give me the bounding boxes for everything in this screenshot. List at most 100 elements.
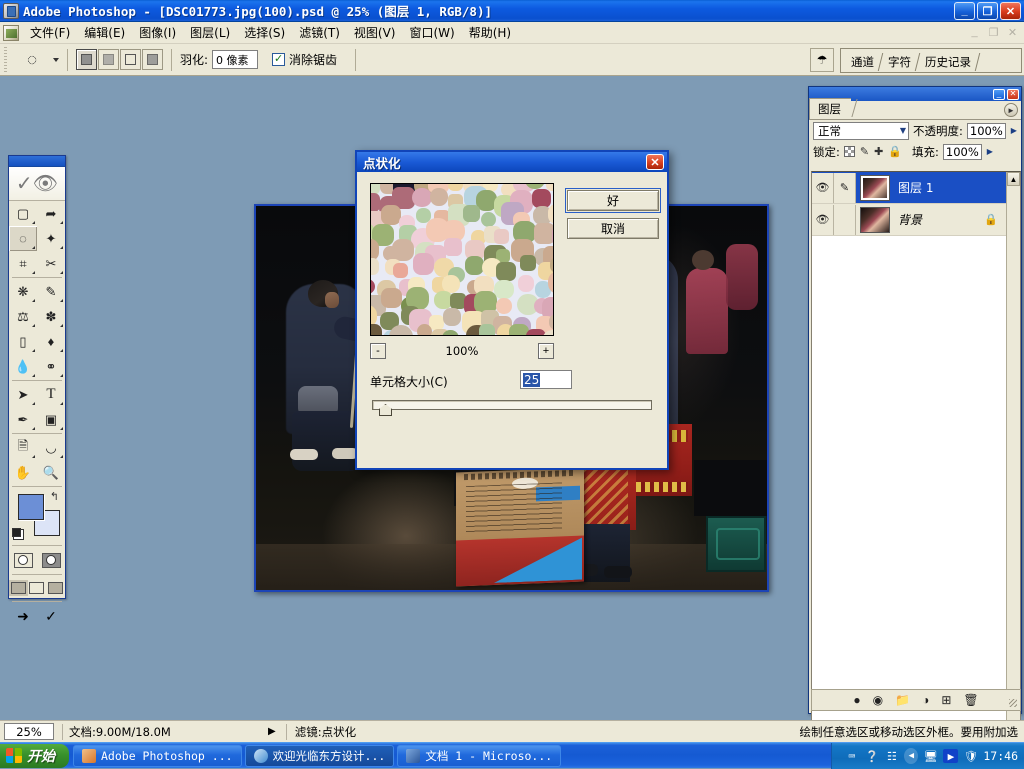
eye-icon[interactable]: 👁 (812, 172, 834, 203)
mdi-close-button[interactable]: ✕ (1005, 25, 1020, 39)
pen-icon[interactable]: ✒ (9, 407, 37, 432)
hand-icon[interactable]: ✋ (9, 460, 37, 485)
cell-size-slider-track[interactable] (372, 400, 652, 410)
standard-mode-icon[interactable] (9, 547, 37, 573)
palette-well-icon[interactable]: ☂ (810, 48, 834, 72)
zoom-level-input[interactable]: 25% (4, 723, 54, 740)
keyboard-icon[interactable]: ⌨ (844, 749, 859, 763)
layer-name[interactable]: 图层 1 (898, 179, 933, 196)
filter-preview[interactable] (370, 183, 554, 336)
jump-to-imageready-icon[interactable]: ➜ (9, 603, 37, 629)
marquee-icon[interactable]: ▢ (9, 201, 37, 226)
layer-list-scrollbar[interactable]: ▲ ▼ (1006, 172, 1020, 750)
feather-input[interactable] (212, 50, 259, 69)
new-layer-icon[interactable]: ⊞ (941, 693, 951, 707)
layer-row-2[interactable]: 👁 背景 🔒 (812, 204, 1020, 236)
menu-filter[interactable]: 滤镜(T) (292, 22, 347, 43)
menu-edit[interactable]: 编辑(E) (77, 22, 132, 43)
lock-transparency-icon[interactable] (843, 146, 855, 157)
lasso-icon[interactable]: ◌ (9, 226, 37, 251)
play-arrow-icon[interactable]: ▶ (268, 726, 276, 737)
palette-menu-icon[interactable]: ► (1004, 103, 1018, 117)
shield-icon[interactable]: 🛡 (963, 749, 978, 763)
maximize-button[interactable]: ❐ (977, 2, 998, 20)
path-selection-icon[interactable]: ➤ (9, 382, 37, 407)
zoom-icon[interactable]: 🔍 (37, 460, 65, 485)
foreground-color-swatch[interactable] (18, 494, 44, 520)
opacity-value[interactable]: 100% (966, 122, 1006, 139)
healing-brush-icon[interactable]: ❋ (9, 279, 37, 304)
minimize-button[interactable]: _ (954, 2, 975, 20)
chevron-down-icon[interactable] (53, 57, 59, 62)
subtract-from-selection-button[interactable] (120, 49, 141, 70)
network-connections-icon[interactable]: 🖥 (923, 749, 938, 763)
move-icon[interactable]: ➦ (37, 201, 65, 226)
crop-icon[interactable]: ⌗ (9, 251, 37, 276)
adjustment-layer-icon[interactable]: ◑ (922, 693, 929, 707)
new-group-icon[interactable]: 📁 (895, 693, 910, 707)
lock-all-icon[interactable]: 🔒 (888, 145, 902, 158)
layers-close-button[interactable]: ✕ (1007, 88, 1019, 100)
brush-icon[interactable]: ✎ (834, 172, 856, 203)
link-cell[interactable] (834, 204, 856, 235)
layer-thumbnail[interactable] (860, 206, 890, 233)
quickmask-mode-icon[interactable] (37, 547, 65, 573)
antialias-checkbox-group[interactable]: ✓ 消除锯齿 (272, 51, 341, 68)
help-icon[interactable]: ❔ (864, 749, 879, 763)
scroll-up-button[interactable]: ▲ (1007, 172, 1020, 186)
mdi-minimize-button[interactable]: _ (967, 25, 982, 39)
close-button[interactable]: ✕ (1000, 2, 1021, 20)
taskbar-item-browser[interactable]: 欢迎光临东方设计... (244, 744, 395, 767)
fill-value[interactable]: 100% (942, 143, 982, 160)
current-tool-preview[interactable]: ◌ (15, 48, 49, 72)
well-tab-character[interactable]: 字符 (880, 51, 917, 72)
fullscreen-icon[interactable] (46, 576, 65, 600)
fullscreen-menubar-icon[interactable] (28, 576, 47, 600)
menu-window[interactable]: 窗口(W) (402, 22, 461, 43)
layer-row-1[interactable]: 👁 ✎ 图层 1 (812, 172, 1020, 204)
cell-size-input[interactable]: 25 (520, 370, 572, 389)
layer-thumbnail[interactable] (860, 174, 890, 201)
jump-to-icon[interactable]: ✓ (37, 603, 65, 629)
media-player-icon[interactable]: ▶ (943, 749, 959, 763)
clone-stamp-icon[interactable]: ⚖ (9, 304, 37, 329)
standard-screen-icon[interactable] (9, 576, 28, 600)
well-tab-history[interactable]: 历史记录 (917, 51, 977, 72)
layer-mask-icon[interactable]: ◉ (873, 693, 883, 707)
paintbrush-icon[interactable]: ✎ (37, 279, 65, 304)
blur-icon[interactable]: 💧 (9, 354, 37, 379)
history-brush-icon[interactable]: ✽ (37, 304, 65, 329)
blend-mode-select[interactable]: 正常 ▼ (813, 121, 909, 140)
dialog-titlebar[interactable]: 点状化 ✕ (357, 152, 667, 172)
menu-file[interactable]: 文件(F) (23, 22, 77, 43)
magic-wand-icon[interactable]: ✦ (37, 226, 65, 251)
eye-icon[interactable]: 👁 (812, 204, 834, 235)
zoom-in-button[interactable]: + (537, 343, 554, 359)
eraser-icon[interactable]: ▯ (9, 329, 37, 354)
ok-button[interactable]: 好 (565, 188, 661, 213)
add-to-selection-button[interactable] (98, 49, 119, 70)
tray-expand-icon[interactable]: ◀ (904, 748, 919, 764)
paint-bucket-icon[interactable]: ♦ (37, 329, 65, 354)
dialog-close-button[interactable]: ✕ (646, 154, 664, 170)
toolbox-titlebar[interactable] (9, 156, 65, 167)
intersect-selection-button[interactable] (142, 49, 163, 70)
new-selection-button[interactable] (76, 49, 97, 70)
slice-icon[interactable]: ✂ (37, 251, 65, 276)
taskbar-item-word[interactable]: 文档 1 - Microso... (397, 744, 562, 767)
layer-style-icon[interactable]: ● (853, 693, 860, 707)
notes-icon[interactable]: 🗎 (9, 435, 37, 460)
default-colors-icon[interactable] (12, 528, 24, 540)
shape-icon[interactable]: ▣ (37, 407, 65, 432)
zoom-out-button[interactable]: - (370, 343, 386, 359)
tab-layers[interactable]: 图层 (809, 98, 851, 119)
menu-help[interactable]: 帮助(H) (462, 22, 518, 43)
resize-grip[interactable] (1009, 699, 1017, 707)
layer-list[interactable]: 👁 ✎ 图层 1 👁 背景 🔒 ▲ ▼ (811, 171, 1021, 751)
layers-minimize-button[interactable]: _ (993, 88, 1005, 100)
menu-view[interactable]: 视图(V) (347, 22, 403, 43)
mdi-restore-button[interactable]: ❐ (986, 25, 1001, 39)
dodge-icon[interactable]: ⚭ (37, 354, 65, 379)
antialias-checkbox[interactable]: ✓ (272, 53, 286, 66)
delete-layer-icon[interactable]: 🗑 (963, 693, 978, 707)
